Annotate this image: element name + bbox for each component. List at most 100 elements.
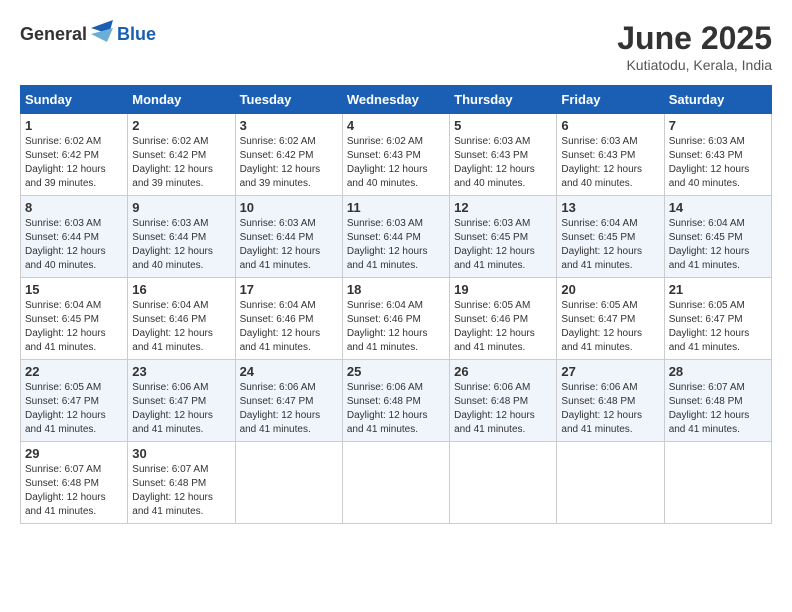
day-content: Sunrise: 6:03 AM Sunset: 6:45 PM Dayligh… xyxy=(454,217,552,273)
page: General Blue June 2025 Kutiatodu, Kerala… xyxy=(0,0,792,612)
location: Kutiatodu, Kerala, India xyxy=(617,57,772,73)
table-row: 17 Sunrise: 6:04 AM Sunset: 6:46 PM Dayli… xyxy=(235,278,342,360)
day-number: 7 xyxy=(669,118,767,133)
table-row xyxy=(342,442,449,524)
table-row: 1 Sunrise: 6:02 AM Sunset: 6:42 PM Daylig… xyxy=(21,114,128,196)
table-row: 11 Sunrise: 6:03 AM Sunset: 6:44 PM Dayli… xyxy=(342,196,449,278)
day-number: 13 xyxy=(561,200,659,215)
table-row: 3 Sunrise: 6:02 AM Sunset: 6:42 PM Daylig… xyxy=(235,114,342,196)
day-number: 30 xyxy=(132,446,230,461)
col-wednesday: Wednesday xyxy=(342,86,449,114)
day-content: Sunrise: 6:03 AM Sunset: 6:43 PM Dayligh… xyxy=(669,135,767,191)
day-content: Sunrise: 6:03 AM Sunset: 6:43 PM Dayligh… xyxy=(561,135,659,191)
day-content: Sunrise: 6:03 AM Sunset: 6:44 PM Dayligh… xyxy=(240,217,338,273)
day-number: 26 xyxy=(454,364,552,379)
day-content: Sunrise: 6:05 AM Sunset: 6:46 PM Dayligh… xyxy=(454,299,552,355)
day-number: 6 xyxy=(561,118,659,133)
col-friday: Friday xyxy=(557,86,664,114)
table-row: 12 Sunrise: 6:03 AM Sunset: 6:45 PM Dayli… xyxy=(450,196,557,278)
day-content: Sunrise: 6:06 AM Sunset: 6:47 PM Dayligh… xyxy=(132,381,230,437)
table-row: 20 Sunrise: 6:05 AM Sunset: 6:47 PM Dayli… xyxy=(557,278,664,360)
table-row xyxy=(664,442,771,524)
day-content: Sunrise: 6:07 AM Sunset: 6:48 PM Dayligh… xyxy=(25,463,123,519)
day-content: Sunrise: 6:03 AM Sunset: 6:44 PM Dayligh… xyxy=(25,217,123,273)
table-row: 15 Sunrise: 6:04 AM Sunset: 6:45 PM Dayli… xyxy=(21,278,128,360)
day-content: Sunrise: 6:04 AM Sunset: 6:46 PM Dayligh… xyxy=(132,299,230,355)
table-row: 6 Sunrise: 6:03 AM Sunset: 6:43 PM Daylig… xyxy=(557,114,664,196)
calendar-table: Sunday Monday Tuesday Wednesday Thursday… xyxy=(20,85,772,524)
day-content: Sunrise: 6:02 AM Sunset: 6:42 PM Dayligh… xyxy=(132,135,230,191)
day-content: Sunrise: 6:04 AM Sunset: 6:45 PM Dayligh… xyxy=(669,217,767,273)
table-row: 26 Sunrise: 6:06 AM Sunset: 6:48 PM Dayli… xyxy=(450,360,557,442)
day-content: Sunrise: 6:07 AM Sunset: 6:48 PM Dayligh… xyxy=(132,463,230,519)
day-number: 12 xyxy=(454,200,552,215)
table-row xyxy=(235,442,342,524)
logo-bird-icon xyxy=(91,20,113,48)
day-number: 2 xyxy=(132,118,230,133)
logo: General Blue xyxy=(20,20,156,48)
month-title: June 2025 xyxy=(617,20,772,57)
day-number: 23 xyxy=(132,364,230,379)
day-content: Sunrise: 6:06 AM Sunset: 6:48 PM Dayligh… xyxy=(454,381,552,437)
day-content: Sunrise: 6:04 AM Sunset: 6:46 PM Dayligh… xyxy=(347,299,445,355)
col-sunday: Sunday xyxy=(21,86,128,114)
table-row: 5 Sunrise: 6:03 AM Sunset: 6:43 PM Daylig… xyxy=(450,114,557,196)
day-content: Sunrise: 6:02 AM Sunset: 6:42 PM Dayligh… xyxy=(240,135,338,191)
day-number: 17 xyxy=(240,282,338,297)
table-row xyxy=(450,442,557,524)
day-content: Sunrise: 6:04 AM Sunset: 6:45 PM Dayligh… xyxy=(25,299,123,355)
day-number: 1 xyxy=(25,118,123,133)
title-block: June 2025 Kutiatodu, Kerala, India xyxy=(617,20,772,73)
day-content: Sunrise: 6:05 AM Sunset: 6:47 PM Dayligh… xyxy=(669,299,767,355)
day-content: Sunrise: 6:02 AM Sunset: 6:42 PM Dayligh… xyxy=(25,135,123,191)
table-row: 29Sunrise: 6:07 AM Sunset: 6:48 PM Dayli… xyxy=(21,442,128,524)
table-row: 19 Sunrise: 6:05 AM Sunset: 6:46 PM Dayli… xyxy=(450,278,557,360)
day-content: Sunrise: 6:04 AM Sunset: 6:45 PM Dayligh… xyxy=(561,217,659,273)
table-row: 4 Sunrise: 6:02 AM Sunset: 6:43 PM Daylig… xyxy=(342,114,449,196)
header: General Blue June 2025 Kutiatodu, Kerala… xyxy=(20,20,772,73)
day-number: 4 xyxy=(347,118,445,133)
day-number: 11 xyxy=(347,200,445,215)
day-number: 28 xyxy=(669,364,767,379)
day-number: 20 xyxy=(561,282,659,297)
table-row: 30 Sunrise: 6:07 AM Sunset: 6:48 PM Dayli… xyxy=(128,442,235,524)
table-row: 10 Sunrise: 6:03 AM Sunset: 6:44 PM Dayli… xyxy=(235,196,342,278)
col-thursday: Thursday xyxy=(450,86,557,114)
day-content: Sunrise: 6:05 AM Sunset: 6:47 PM Dayligh… xyxy=(561,299,659,355)
day-number: 22 xyxy=(25,364,123,379)
table-row: 22 Sunrise: 6:05 AM Sunset: 6:47 PM Dayli… xyxy=(21,360,128,442)
table-row: 8 Sunrise: 6:03 AM Sunset: 6:44 PM Daylig… xyxy=(21,196,128,278)
table-row: 21 Sunrise: 6:05 AM Sunset: 6:47 PM Dayli… xyxy=(664,278,771,360)
day-number: 5 xyxy=(454,118,552,133)
day-number: 8 xyxy=(25,200,123,215)
col-monday: Monday xyxy=(128,86,235,114)
col-tuesday: Tuesday xyxy=(235,86,342,114)
day-number: 21 xyxy=(669,282,767,297)
table-row: 25Sunrise: 6:06 AM Sunset: 6:48 PM Dayli… xyxy=(342,360,449,442)
day-number: 27 xyxy=(561,364,659,379)
day-number: 15 xyxy=(25,282,123,297)
col-saturday: Saturday xyxy=(664,86,771,114)
day-content: Sunrise: 6:03 AM Sunset: 6:44 PM Dayligh… xyxy=(132,217,230,273)
day-content: Sunrise: 6:04 AM Sunset: 6:46 PM Dayligh… xyxy=(240,299,338,355)
table-row: 13 Sunrise: 6:04 AM Sunset: 6:45 PM Dayli… xyxy=(557,196,664,278)
day-content: Sunrise: 6:03 AM Sunset: 6:43 PM Dayligh… xyxy=(454,135,552,191)
day-number: 19 xyxy=(454,282,552,297)
table-row: 28Sunrise: 6:07 AM Sunset: 6:48 PM Dayli… xyxy=(664,360,771,442)
day-number: 10 xyxy=(240,200,338,215)
table-row xyxy=(557,442,664,524)
day-content: Sunrise: 6:02 AM Sunset: 6:43 PM Dayligh… xyxy=(347,135,445,191)
day-number: 3 xyxy=(240,118,338,133)
table-row: 18 Sunrise: 6:04 AM Sunset: 6:46 PM Dayli… xyxy=(342,278,449,360)
day-content: Sunrise: 6:05 AM Sunset: 6:47 PM Dayligh… xyxy=(25,381,123,437)
day-number: 24 xyxy=(240,364,338,379)
logo-general-text: General xyxy=(20,24,87,45)
day-number: 14 xyxy=(669,200,767,215)
day-content: Sunrise: 6:03 AM Sunset: 6:44 PM Dayligh… xyxy=(347,217,445,273)
day-number: 9 xyxy=(132,200,230,215)
day-number: 18 xyxy=(347,282,445,297)
table-row: 24Sunrise: 6:06 AM Sunset: 6:47 PM Dayli… xyxy=(235,360,342,442)
table-row: 9 Sunrise: 6:03 AM Sunset: 6:44 PM Daylig… xyxy=(128,196,235,278)
day-number: 16 xyxy=(132,282,230,297)
table-row: 2 Sunrise: 6:02 AM Sunset: 6:42 PM Daylig… xyxy=(128,114,235,196)
